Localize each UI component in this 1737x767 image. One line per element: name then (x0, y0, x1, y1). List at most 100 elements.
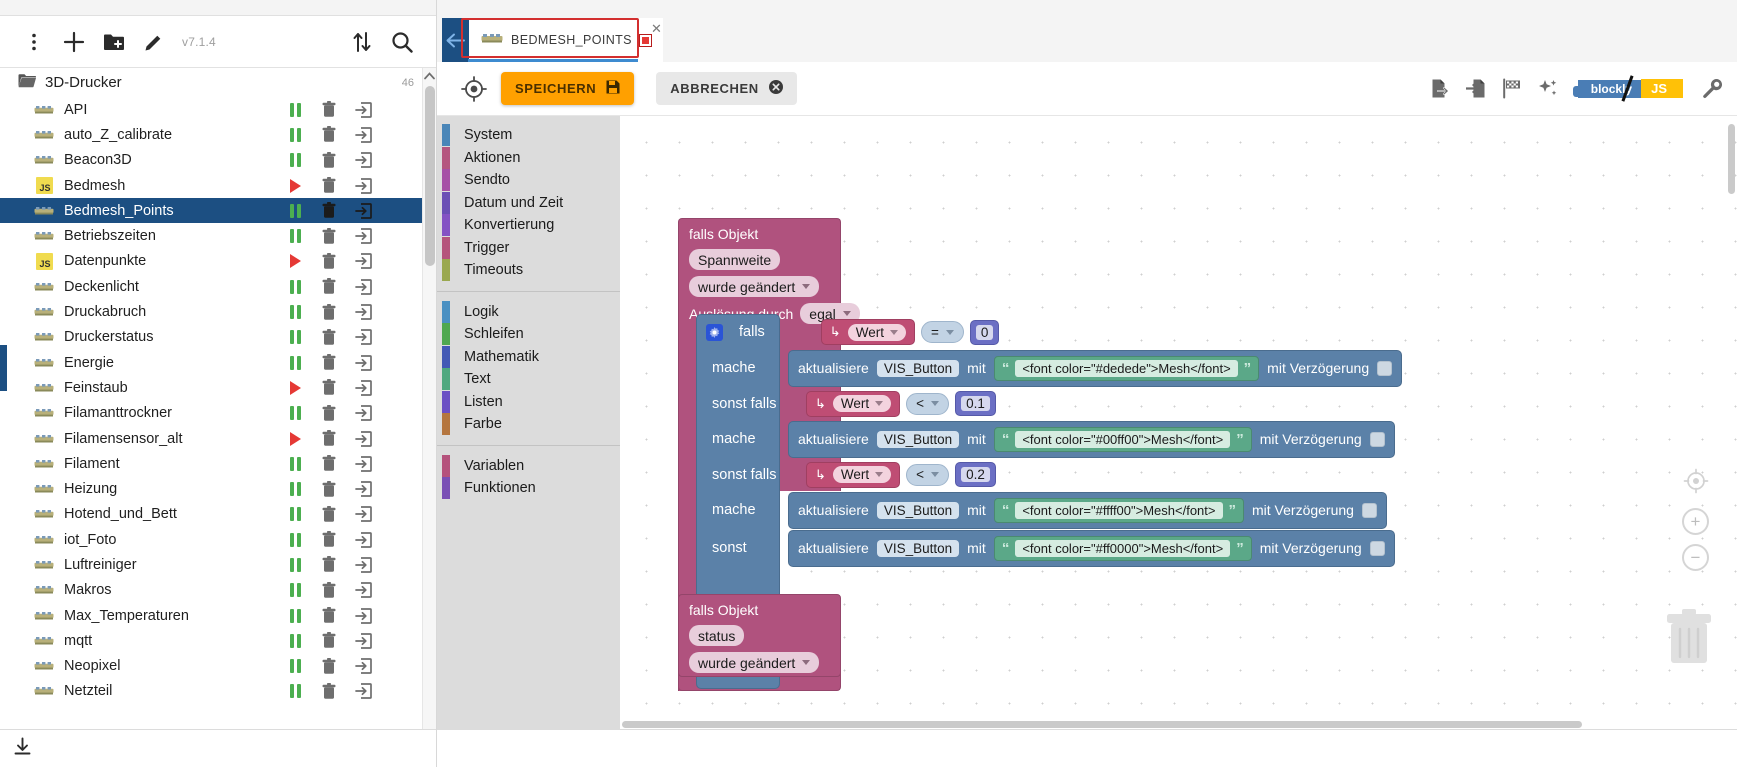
branch-2-var-name[interactable]: Wert (832, 466, 892, 483)
script-item-max_temperaturen[interactable]: Max_Temperaturen (0, 603, 422, 628)
branch-0-variable[interactable]: ↳ Wert (820, 319, 915, 345)
script-item-auto_z_calibrate[interactable]: auto_Z_calibrate (0, 122, 422, 147)
pause-icon[interactable] (278, 203, 312, 218)
export-file-icon[interactable] (1430, 78, 1452, 100)
export-arrow-icon[interactable] (346, 177, 380, 194)
branch-2-operator[interactable]: < (906, 463, 950, 486)
script-item-makros[interactable]: Makros (0, 578, 422, 603)
pause-icon[interactable] (278, 127, 312, 142)
pause-icon[interactable] (278, 355, 312, 370)
pause-icon[interactable] (278, 305, 312, 320)
trash-icon[interactable] (312, 252, 346, 270)
sidebar-scrollbar[interactable] (422, 68, 436, 729)
branch-0-action[interactable]: aktualisiere VIS_Button mit “ <font colo… (788, 349, 1403, 387)
script-item-hotend_und_bett[interactable]: Hotend_und_Bett (0, 502, 422, 527)
branch-1-variable[interactable]: ↳ Wert (806, 390, 901, 417)
script-item-mqtt[interactable]: mqtt (0, 628, 422, 653)
export-arrow-icon[interactable] (346, 658, 380, 675)
center-target-icon[interactable] (1683, 468, 1709, 494)
toolbox-category-aktionen[interactable]: Aktionen (437, 146, 620, 170)
trash-icon[interactable] (312, 632, 346, 649)
toolbox-category-schleifen[interactable]: Schleifen (437, 323, 620, 346)
branch-1-var-name[interactable]: Wert (832, 395, 892, 412)
zoom-in-button[interactable]: + (1682, 508, 1709, 535)
export-arrow-icon[interactable] (346, 253, 380, 270)
script-item-datenpunkte[interactable]: JS Datenpunkte (0, 249, 422, 274)
toolbox-category-logik[interactable]: Logik (437, 300, 620, 324)
toolbox-category-timeouts[interactable]: Timeouts (437, 259, 620, 282)
block-trigger-status[interactable]: falls Objekt status wurde geändert (678, 594, 841, 677)
trash-icon[interactable] (312, 202, 346, 219)
download-icon[interactable] (13, 737, 32, 761)
branch-0-text-block[interactable]: “ <font color="#dedede">Mesh</font> ” (993, 355, 1260, 381)
block2-object-field[interactable]: status (689, 625, 745, 646)
export-arrow-icon[interactable] (346, 380, 380, 396)
search-icon[interactable] (382, 22, 422, 62)
crosshair-icon[interactable] (459, 74, 489, 104)
export-arrow-icon[interactable] (346, 430, 380, 447)
branch-0-operator[interactable]: = (920, 321, 964, 343)
trash-icon[interactable] (312, 328, 346, 346)
script-item-druckabruch[interactable]: Druckabruch (0, 299, 422, 324)
trash-icon[interactable] (312, 657, 346, 675)
gear-icon[interactable] (706, 323, 723, 341)
hscrollbar-thumb[interactable] (622, 721, 1582, 728)
branch-0-action-target[interactable]: VIS_Button (876, 359, 960, 377)
trash-icon[interactable] (312, 607, 346, 624)
script-item-beacon3d[interactable]: Beacon3D (0, 148, 422, 173)
trash-icon[interactable] (312, 581, 346, 599)
toolbox-category-farbe[interactable]: Farbe (437, 413, 620, 436)
trash-icon[interactable] (312, 303, 346, 321)
pause-icon[interactable] (278, 330, 312, 345)
export-arrow-icon[interactable] (346, 506, 380, 523)
canvas-vertical-scrollbar[interactable] (1728, 124, 1735, 194)
pause-icon[interactable] (278, 532, 312, 547)
tab-bedmesh-points[interactable]: BEDMESH_POINTS ✕ (469, 18, 663, 62)
add-script-button[interactable] (54, 22, 94, 62)
pause-icon[interactable] (278, 507, 312, 522)
branch-2-value[interactable]: 0.2 (955, 462, 996, 487)
kebab-menu-icon[interactable] (14, 22, 54, 62)
export-arrow-icon[interactable] (346, 304, 380, 320)
branch-1-action[interactable]: aktualisiere VIS_Button mit “ <font colo… (788, 420, 1395, 458)
export-arrow-icon[interactable] (346, 582, 380, 599)
trash-icon[interactable] (312, 101, 346, 118)
export-arrow-icon[interactable] (346, 354, 380, 371)
branch-2-text-block[interactable]: “ <font color="#ffff00">Mesh</font> ” (993, 497, 1244, 523)
script-item-luftreiniger[interactable]: Luftreiniger (0, 552, 422, 577)
save-button[interactable]: SPEICHERN (501, 72, 635, 105)
pause-icon[interactable] (278, 406, 312, 421)
export-arrow-icon[interactable] (346, 329, 380, 346)
branch-0-delay-checkbox[interactable] (1377, 360, 1393, 376)
script-item-filamanttrockner[interactable]: Filamanttrockner (0, 401, 422, 426)
pause-icon[interactable] (278, 279, 312, 294)
trash-icon[interactable] (312, 227, 346, 245)
else-delay-checkbox[interactable] (1369, 540, 1385, 556)
branch-1-action-text[interactable]: <font color="#00ff00">Mesh</font> (1015, 430, 1231, 448)
branch-2-action-target[interactable]: VIS_Button (876, 501, 960, 519)
trash-icon[interactable] (312, 682, 346, 700)
wrench-icon[interactable] (1701, 78, 1723, 100)
folder-row-3d-drucker[interactable]: 3D-Drucker 46 (0, 68, 422, 97)
toolbox-category-mathematik[interactable]: Mathematik (437, 345, 620, 369)
pause-icon[interactable] (278, 482, 312, 497)
pause-icon[interactable] (278, 153, 312, 168)
close-icon[interactable]: ✕ (651, 21, 662, 37)
zoom-out-button[interactable]: − (1682, 544, 1709, 571)
pause-icon[interactable] (278, 102, 312, 117)
toolbox-category-konvertierung[interactable]: Konvertierung (437, 214, 620, 237)
export-arrow-icon[interactable] (346, 633, 380, 649)
branch-1-value[interactable]: 0.1 (955, 391, 996, 416)
toolbox-category-sendto[interactable]: Sendto (437, 169, 620, 192)
play-icon[interactable] (278, 380, 312, 395)
export-arrow-icon[interactable] (346, 101, 380, 118)
export-arrow-icon[interactable] (346, 278, 380, 295)
toggle-js-label[interactable]: JS (1641, 79, 1683, 98)
toolbox-category-listen[interactable]: Listen (437, 390, 620, 414)
toolbox-category-variablen[interactable]: Variablen (437, 454, 620, 478)
branch-1-operator[interactable]: < (906, 392, 950, 415)
script-item-netzteil[interactable]: Netzteil (0, 679, 422, 704)
block1-event-field[interactable]: wurde geändert (689, 276, 820, 297)
branch-2-delay-checkbox[interactable] (1361, 502, 1377, 518)
trash-icon[interactable] (312, 505, 346, 523)
